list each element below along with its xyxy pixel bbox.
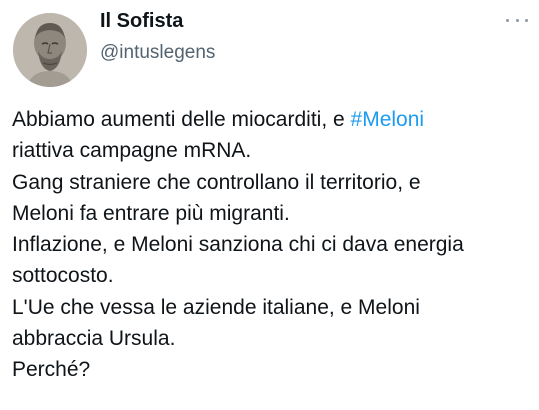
tweet-line: Inflazione, e Meloni sanziona chi ci dav… <box>12 233 464 257</box>
avatar[interactable] <box>13 13 87 87</box>
philosopher-bust-icon <box>13 13 87 87</box>
tweet-text: Abbiamo aumenti delle miocarditi, e #Mel… <box>12 104 532 386</box>
more-dot <box>515 18 519 22</box>
tweet-text-segment: Abbiamo aumenti delle miocarditi, e <box>12 108 351 131</box>
tweet-line: sottocosto. <box>12 264 114 288</box>
tweet-line: riattiva campagne mRNA. <box>12 139 252 163</box>
author-display-name[interactable]: Il Sofista <box>100 10 183 33</box>
more-horizontal-icon[interactable] <box>506 14 528 26</box>
tweet-card: Il Sofista @intuslegens Abbiamo aumenti … <box>0 0 539 410</box>
tweet-line: Meloni fa entrare più migranti. <box>12 201 290 225</box>
hashtag-link[interactable]: #Meloni <box>351 108 425 131</box>
more-dot <box>506 18 509 22</box>
tweet-line: L'Ue che vessa le aziende italiane, e Me… <box>12 295 420 319</box>
more-dot <box>525 18 528 22</box>
tweet-line: abbraccia Ursula. <box>12 327 176 351</box>
tweet-line: Perché? <box>12 358 91 382</box>
tweet-line: Gang straniere che controllano il territ… <box>12 170 421 194</box>
tweet-line: Abbiamo aumenti delle miocarditi, e #Mel… <box>12 104 532 135</box>
author-handle[interactable]: @intuslegens <box>100 42 215 64</box>
